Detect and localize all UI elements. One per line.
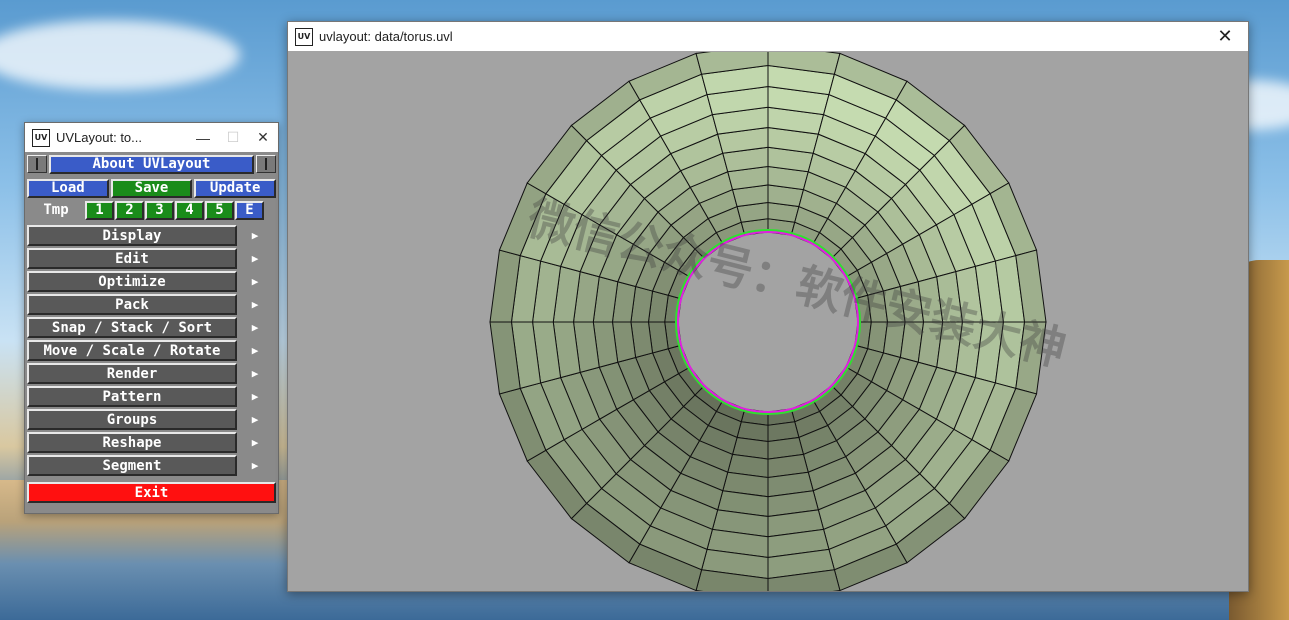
load-button[interactable]: Load [27, 178, 109, 198]
menu-reshape[interactable]: Reshape ▶ [27, 432, 276, 453]
menu-reshape-button[interactable]: Reshape [27, 432, 237, 453]
uvlayout-main-window: UV uvlayout: data/torus.uvl ✕ 微信公众号：软件安装… [287, 21, 1249, 592]
exit-button[interactable]: Exit [27, 482, 276, 503]
submenu-arrow-icon[interactable]: ▶ [237, 321, 273, 334]
3d-viewport[interactable]: 微信公众号：软件安装大神 [288, 52, 1248, 591]
menu-render[interactable]: Render ▶ [27, 363, 276, 384]
save-button[interactable]: Save [110, 178, 193, 198]
main-window-title: uvlayout: data/torus.uvl [319, 29, 453, 44]
maximize-button: ☐ [226, 129, 240, 145]
menu-groups[interactable]: Groups ▶ [27, 409, 276, 430]
cloud [0, 20, 240, 90]
uvlayout-panel-window: UV UVLayout: to... — ☐ ✕ About UVLayout … [24, 122, 279, 514]
minimize-button[interactable]: — [188, 130, 218, 146]
tmp-slot-4-button[interactable]: 4 [175, 200, 204, 220]
uvlayout-app-icon: UV [32, 128, 50, 147]
menu-snap-stack-sort[interactable]: Snap / Stack / Sort ▶ [27, 317, 276, 338]
submenu-arrow-icon[interactable]: ▶ [237, 413, 273, 426]
submenu-arrow-icon[interactable]: ▶ [237, 436, 273, 449]
panel-title: UVLayout: to... [56, 130, 142, 145]
submenu-arrow-icon[interactable]: ▶ [237, 252, 273, 265]
menu-pack-button[interactable]: Pack [27, 294, 237, 315]
menu-snap-stack-sort-button[interactable]: Snap / Stack / Sort [27, 317, 237, 338]
right-grip-handle[interactable] [256, 155, 276, 173]
submenu-arrow-icon[interactable]: ▶ [237, 367, 273, 380]
menu-edit-button[interactable]: Edit [27, 248, 237, 269]
submenu-arrow-icon[interactable]: ▶ [237, 298, 273, 311]
close-button[interactable]: ✕ [248, 129, 278, 146]
left-grip-handle[interactable] [27, 155, 47, 173]
menu-display[interactable]: Display ▶ [27, 225, 276, 246]
menu-move-scale-rotate[interactable]: Move / Scale / Rotate ▶ [27, 340, 276, 361]
menu-optimize-button[interactable]: Optimize [27, 271, 237, 292]
menu-pattern-button[interactable]: Pattern [27, 386, 237, 407]
menu-groups-button[interactable]: Groups [27, 409, 237, 430]
menu-render-button[interactable]: Render [27, 363, 237, 384]
submenu-arrow-icon[interactable]: ▶ [237, 344, 273, 357]
about-uvlayout-button[interactable]: About UVLayout [49, 154, 254, 174]
submenu-arrow-icon[interactable]: ▶ [237, 275, 273, 288]
tmp-slot-2-button[interactable]: 2 [115, 200, 144, 220]
tmp-slot-1-button[interactable]: 1 [85, 200, 114, 220]
menu-edit[interactable]: Edit ▶ [27, 248, 276, 269]
menu-display-button[interactable]: Display [27, 225, 237, 246]
torus-mesh[interactable] [288, 52, 1248, 591]
menu-pattern[interactable]: Pattern ▶ [27, 386, 276, 407]
uvlayout-app-icon: UV [295, 27, 313, 46]
menu-segment-button[interactable]: Segment [27, 455, 237, 476]
tmp-slot-5-button[interactable]: 5 [205, 200, 234, 220]
menu-pack[interactable]: Pack ▶ [27, 294, 276, 315]
submenu-arrow-icon[interactable]: ▶ [237, 459, 273, 472]
tmp-slot-3-button[interactable]: 3 [145, 200, 174, 220]
close-button[interactable]: ✕ [1202, 26, 1248, 47]
submenu-arrow-icon[interactable]: ▶ [237, 390, 273, 403]
menu-segment[interactable]: Segment ▶ [27, 455, 276, 476]
panel-titlebar[interactable]: UV UVLayout: to... — ☐ ✕ [25, 123, 278, 152]
menu-move-scale-rotate-button[interactable]: Move / Scale / Rotate [27, 340, 237, 361]
update-button[interactable]: Update [194, 178, 277, 198]
menu-optimize[interactable]: Optimize ▶ [27, 271, 276, 292]
tmp-label: Tmp [43, 202, 69, 218]
tmp-slot-e-button[interactable]: E [235, 200, 264, 220]
submenu-arrow-icon[interactable]: ▶ [237, 229, 273, 242]
main-titlebar[interactable]: UV uvlayout: data/torus.uvl ✕ [288, 22, 1248, 51]
